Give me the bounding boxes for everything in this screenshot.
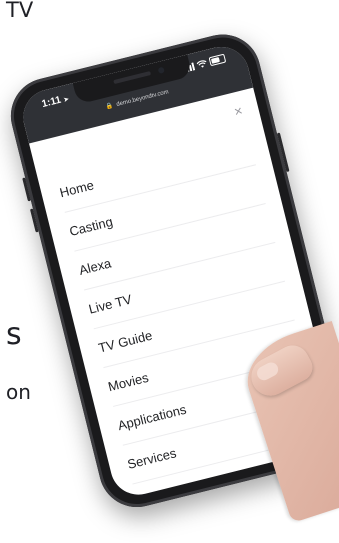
location-arrow-icon: ➤ xyxy=(63,96,70,104)
background-heading-fragment: TV xyxy=(6,0,34,22)
power-button xyxy=(276,132,290,173)
front-camera xyxy=(157,66,165,75)
battery-icon xyxy=(208,53,227,67)
volume-up-button xyxy=(22,177,31,202)
close-menu-button[interactable]: × xyxy=(232,102,244,120)
status-bar: 1:11 ➤ 🔒 demo.beyondtv.com xyxy=(17,41,254,144)
volume-down-button xyxy=(29,208,39,233)
speaker-grille xyxy=(112,71,151,85)
wifi-icon xyxy=(196,59,207,68)
status-time: 1:11 ➤ xyxy=(41,93,70,110)
lock-icon: 🔒 xyxy=(105,103,114,111)
thumbnail-highlight xyxy=(254,359,281,383)
status-time-text: 1:11 xyxy=(40,94,63,111)
